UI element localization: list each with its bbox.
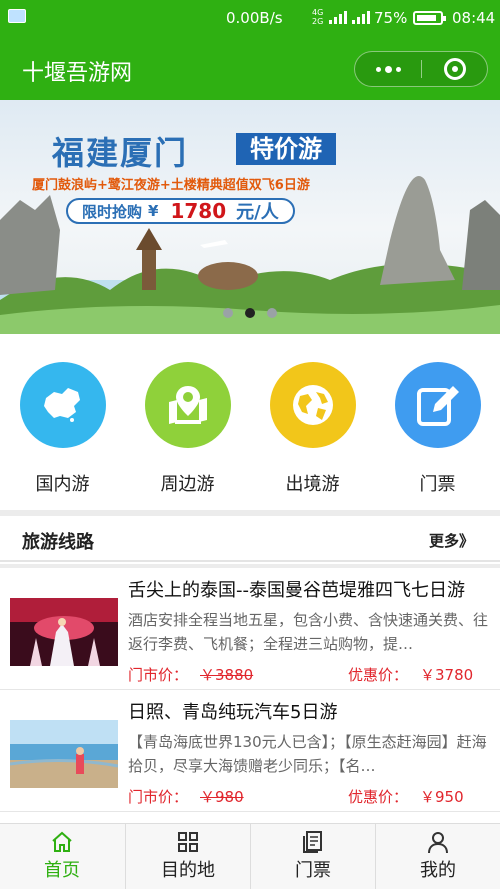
user-icon bbox=[428, 832, 448, 854]
tab-label: 我的 bbox=[420, 860, 456, 881]
category-domestic[interactable]: 国内游 bbox=[0, 334, 125, 510]
category-label: 出境游 bbox=[285, 474, 340, 495]
carousel-dot[interactable] bbox=[267, 308, 277, 318]
capsule-divider bbox=[421, 60, 422, 78]
target-circle-icon[interactable] bbox=[444, 58, 466, 80]
tab-tickets[interactable]: 门票 bbox=[250, 824, 375, 889]
list-price: ￥3880 bbox=[200, 666, 254, 684]
banner-price: 1780 bbox=[164, 200, 233, 222]
category-nearby[interactable]: 周边游 bbox=[125, 334, 250, 510]
network-speed: 0.00B/s bbox=[226, 9, 283, 27]
sale-price: ￥950 bbox=[420, 788, 464, 806]
tab-label: 首页 bbox=[44, 860, 80, 881]
carousel-dot-active[interactable] bbox=[245, 308, 255, 318]
promo-banner[interactable]: 福建厦门 特价游 厦门鼓浪屿+鹭江夜游+土楼精典超值双飞6日游 限时抢购 ¥ 1… bbox=[0, 100, 500, 334]
clock: 08:44 bbox=[452, 9, 496, 27]
sale-price: ￥3780 bbox=[420, 666, 474, 684]
bottom-tab-bar: 首页 目的地 门票 我的 bbox=[0, 823, 500, 889]
map-pin-icon bbox=[145, 362, 231, 448]
route-title: 舌尖上的泰国--泰国曼谷芭堤雅四飞七日游 bbox=[128, 580, 465, 601]
title-bar: 十堰吾游网 bbox=[0, 36, 500, 100]
app-notification-icon bbox=[8, 9, 26, 23]
tab-label: 门票 bbox=[295, 860, 331, 881]
edit-icon bbox=[395, 362, 481, 448]
banner-title: 福建厦门 bbox=[52, 134, 189, 172]
cell-signal-icon bbox=[329, 10, 347, 24]
cell-signal-2-icon bbox=[352, 10, 370, 24]
currency-symbol: ¥ bbox=[148, 202, 159, 220]
route-thumbnail bbox=[10, 598, 118, 666]
category-outbound[interactable]: 出境游 bbox=[250, 334, 375, 510]
section-title: 旅游线路 bbox=[22, 532, 94, 553]
tab-home[interactable]: 首页 bbox=[0, 824, 125, 889]
page-title: 十堰吾游网 bbox=[22, 61, 133, 86]
route-description: 酒店安排全程当地五星，包含小费、含快速通关费、往返行李费、飞机餐；全程进三站购物… bbox=[128, 611, 489, 653]
tab-mine[interactable]: 我的 bbox=[375, 824, 500, 889]
china-map-icon bbox=[20, 362, 106, 448]
promo-label: 限时抢购 bbox=[82, 202, 143, 221]
status-bar: 0.00B/s 4G 2G 75% 08:44 bbox=[0, 0, 500, 36]
ticket-icon bbox=[303, 831, 322, 853]
category-label: 门票 bbox=[419, 474, 456, 495]
tab-destination[interactable]: 目的地 bbox=[125, 824, 250, 889]
tab-label: 目的地 bbox=[161, 860, 215, 881]
category-tickets[interactable]: 门票 bbox=[375, 334, 500, 510]
carousel-dots bbox=[0, 308, 500, 318]
route-thumbnail bbox=[10, 720, 118, 788]
routes-section-header: 旅游线路 更多》 bbox=[0, 516, 500, 562]
signal-type: 4G 2G bbox=[312, 8, 324, 26]
banner-subtitle: 厦门鼓浪屿+鹭江夜游+土楼精典超值双飞6日游 bbox=[32, 178, 310, 193]
list-price-label: 门市价： bbox=[128, 666, 189, 684]
route-item[interactable]: 舌尖上的泰国--泰国曼谷芭堤雅四飞七日游 酒店安排全程当地五星，包含小费、含快速… bbox=[0, 568, 500, 690]
battery-percent: 75% bbox=[374, 9, 408, 27]
mini-program-capsule bbox=[354, 51, 488, 87]
price-unit: 元/人 bbox=[236, 202, 279, 223]
sale-price-label: 优惠价： bbox=[348, 788, 409, 806]
route-title: 日照、青岛纯玩汽车5日游 bbox=[128, 702, 338, 723]
banner-tag: 特价游 bbox=[236, 133, 336, 165]
more-link[interactable]: 更多》 bbox=[429, 530, 474, 551]
grid-icon bbox=[178, 832, 198, 852]
list-price: ￥980 bbox=[200, 788, 244, 806]
battery-icon bbox=[413, 11, 446, 25]
more-dots-icon[interactable] bbox=[355, 52, 421, 86]
list-price-label: 门市价： bbox=[128, 788, 189, 806]
route-description: 【青岛海底世界130元人已含】；【原生态赶海园】赶海拾贝，尽享大海馈赠老少同乐；… bbox=[128, 733, 487, 775]
banner-price-box: 限时抢购 ¥ 1780 元/人 bbox=[66, 198, 295, 224]
route-item[interactable]: 日照、青岛纯玩汽车5日游 【青岛海底世界130元人已含】；【原生态赶海园】赶海拾… bbox=[0, 690, 500, 812]
sale-price-label: 优惠价： bbox=[348, 666, 409, 684]
category-label: 周边游 bbox=[160, 474, 215, 495]
category-nav: 国内游 周边游 出境游 门票 bbox=[0, 334, 500, 510]
carousel-dot[interactable] bbox=[223, 308, 233, 318]
globe-icon bbox=[270, 362, 356, 448]
category-label: 国内游 bbox=[35, 474, 90, 495]
home-icon bbox=[52, 831, 72, 852]
